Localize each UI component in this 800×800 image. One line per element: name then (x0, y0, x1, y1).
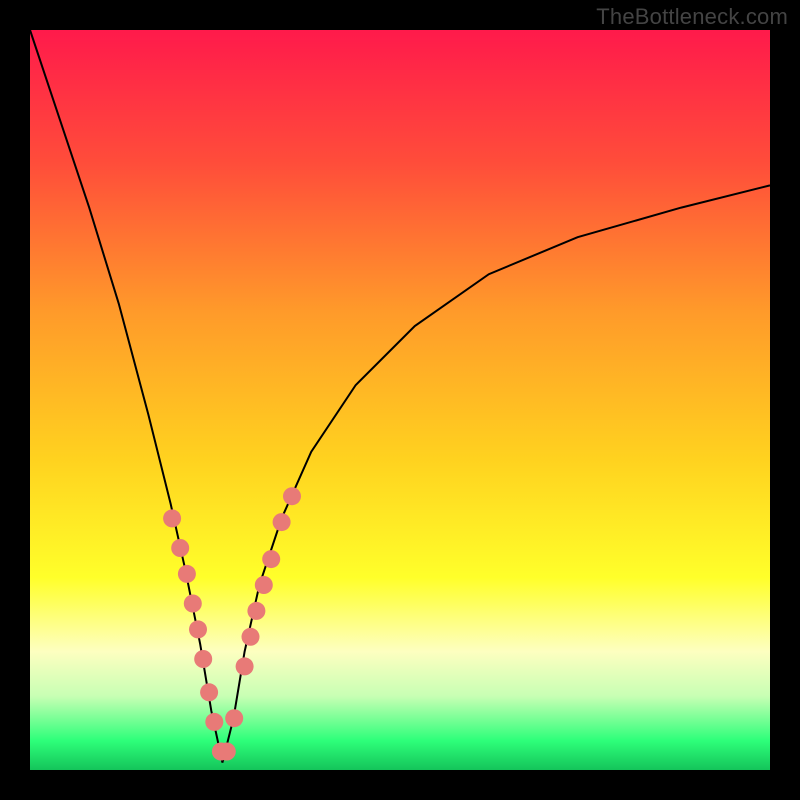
sample-dot (218, 743, 236, 761)
sample-dot (225, 709, 243, 727)
sample-dot (205, 713, 223, 731)
sample-dot (242, 628, 260, 646)
sample-dot (200, 683, 218, 701)
sample-dot (178, 565, 196, 583)
watermark-text: TheBottleneck.com (596, 4, 788, 30)
sample-dot (283, 487, 301, 505)
sample-dot (184, 595, 202, 613)
chart-frame: TheBottleneck.com (0, 0, 800, 800)
sample-dot (171, 539, 189, 557)
sample-dot (255, 576, 273, 594)
plot-area (30, 30, 770, 770)
sample-dot (189, 620, 207, 638)
sample-dot (247, 602, 265, 620)
sample-dot (273, 513, 291, 531)
chart-svg (30, 30, 770, 770)
sample-dot (194, 650, 212, 668)
sample-dot (262, 550, 280, 568)
sample-dots-group (163, 487, 301, 760)
sample-dot (163, 509, 181, 527)
bottleneck-curve (30, 30, 770, 763)
sample-dot (236, 657, 254, 675)
